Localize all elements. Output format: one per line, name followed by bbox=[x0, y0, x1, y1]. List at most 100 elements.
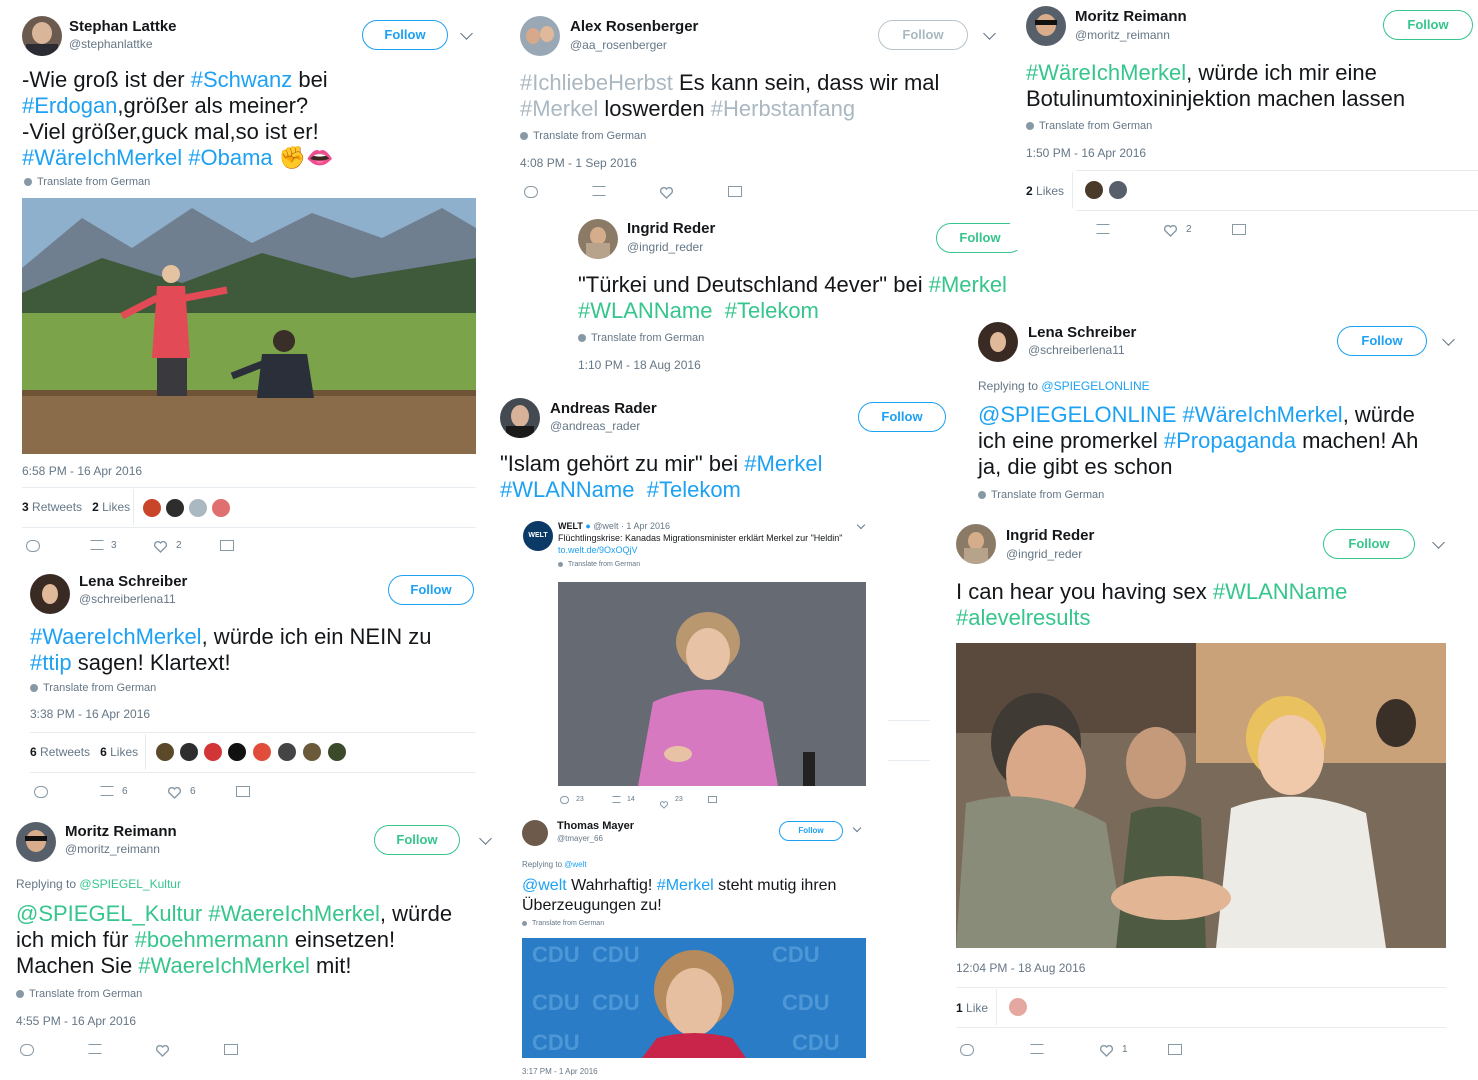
liker-avatar[interactable] bbox=[156, 743, 174, 761]
tweet-photo[interactable] bbox=[22, 198, 476, 454]
likes-link[interactable]: Likes bbox=[110, 745, 138, 759]
avatar[interactable] bbox=[22, 16, 62, 56]
chevron-down-icon[interactable] bbox=[1432, 536, 1445, 549]
hashtag-link[interactable]: #WäreIchMerkel bbox=[1183, 402, 1343, 427]
reply-icon[interactable] bbox=[560, 796, 569, 804]
timestamp[interactable]: 12:04 PM - 18 Aug 2016 bbox=[956, 961, 1085, 975]
avatar[interactable] bbox=[16, 822, 56, 862]
retweets-link[interactable]: Retweets bbox=[32, 500, 82, 514]
liker-avatar[interactable] bbox=[328, 743, 346, 761]
timestamp[interactable]: 4:55 PM - 16 Apr 2016 bbox=[16, 1014, 136, 1028]
user-handle[interactable]: @ingrid_reder bbox=[627, 240, 703, 254]
hashtag-link[interactable]: #Propaganda bbox=[1164, 428, 1296, 453]
user-name[interactable]: WELT bbox=[558, 521, 583, 531]
translate-link[interactable]: Translate from German bbox=[578, 332, 704, 344]
avatar[interactable] bbox=[520, 16, 560, 56]
hashtag-link[interactable]: #WaereIchMerkel bbox=[138, 953, 310, 978]
liker-avatar[interactable] bbox=[1109, 181, 1127, 199]
hashtag-link[interactable]: #Telekom bbox=[725, 298, 819, 323]
user-name[interactable]: Alex Rosenberger bbox=[570, 18, 698, 35]
retweet-icon[interactable] bbox=[1030, 1044, 1044, 1054]
tweet-photo[interactable]: CDU CDU CDU CDU CDU CDU CDU CDU bbox=[522, 938, 866, 1058]
retweet-icon[interactable] bbox=[1096, 224, 1110, 234]
retweet-icon[interactable] bbox=[100, 786, 114, 796]
reply-icon[interactable] bbox=[524, 186, 538, 198]
hashtag-link[interactable]: #ttip bbox=[30, 650, 72, 675]
retweet-icon[interactable] bbox=[612, 796, 621, 803]
follow-button[interactable]: Follow bbox=[858, 402, 946, 432]
user-name[interactable]: Moritz Reimann bbox=[65, 823, 177, 840]
hashtag-link[interactable]: #WaereIchMerkel bbox=[208, 901, 380, 926]
timestamp[interactable]: 1:10 PM - 18 Aug 2016 bbox=[578, 358, 701, 372]
retweets-link[interactable]: Retweets bbox=[40, 745, 90, 759]
link[interactable]: to.welt.de/9OxOQjV bbox=[558, 545, 638, 555]
user-name[interactable]: Ingrid Reder bbox=[627, 220, 715, 237]
mention-link[interactable]: @SPIEGEL_Kultur bbox=[16, 901, 202, 926]
user-name[interactable]: Ingrid Reder bbox=[1006, 527, 1094, 544]
translate-link[interactable]: Translate from German bbox=[24, 176, 150, 188]
user-name[interactable]: Andreas Rader bbox=[550, 400, 657, 417]
hashtag-link[interactable]: #Herbstanfang bbox=[711, 96, 855, 121]
timestamp[interactable]: 6:58 PM - 16 Apr 2016 bbox=[22, 464, 142, 478]
hashtag-link[interactable]: #IchliebeHerbst bbox=[520, 70, 673, 95]
user-handle[interactable]: @schreiberlena11 bbox=[79, 592, 176, 606]
user-handle[interactable]: @aa_rosenberger bbox=[570, 38, 667, 52]
likes-link[interactable]: Like bbox=[966, 1001, 988, 1015]
envelope-icon[interactable] bbox=[728, 186, 742, 197]
liker-avatar[interactable] bbox=[1009, 998, 1027, 1016]
avatar[interactable] bbox=[578, 219, 618, 259]
heart-icon[interactable] bbox=[1163, 224, 1178, 237]
user-handle[interactable]: @tmayer_66 bbox=[557, 834, 603, 843]
likes-link[interactable]: Likes bbox=[1036, 184, 1064, 198]
hashtag-link[interactable]: #boehmermann bbox=[135, 927, 289, 952]
liker-avatar[interactable] bbox=[278, 743, 296, 761]
translate-link[interactable]: Translate from German bbox=[522, 920, 604, 927]
avatar[interactable] bbox=[956, 524, 996, 564]
reply-icon[interactable] bbox=[34, 786, 48, 798]
mention-link[interactable]: @SPIEGELONLINE bbox=[1041, 379, 1149, 393]
translate-link[interactable]: Translate from German bbox=[520, 130, 646, 142]
tweet-photo[interactable] bbox=[558, 582, 866, 786]
liker-avatar[interactable] bbox=[212, 499, 230, 517]
heart-icon[interactable] bbox=[153, 540, 168, 553]
chevron-down-icon[interactable] bbox=[852, 823, 862, 833]
heart-icon[interactable] bbox=[155, 1044, 170, 1057]
hashtag-link[interactable]: #WLANName bbox=[1213, 579, 1347, 604]
follow-button[interactable]: Follow bbox=[878, 20, 968, 50]
hashtag-link[interactable]: #WLANName bbox=[500, 477, 634, 502]
user-handle[interactable]: @ingrid_reder bbox=[1006, 547, 1082, 561]
avatar[interactable] bbox=[1026, 6, 1066, 46]
follow-button[interactable]: Follow bbox=[1383, 10, 1473, 40]
translate-link[interactable]: Translate from German bbox=[558, 561, 640, 568]
chevron-down-icon[interactable] bbox=[1442, 333, 1455, 346]
welt-logo[interactable]: WELT bbox=[523, 521, 553, 551]
follow-button[interactable]: Follow bbox=[1337, 326, 1427, 356]
hashtag-link[interactable]: #Erdogan bbox=[22, 93, 117, 118]
hashtag-link[interactable]: #WaereIchMerkel bbox=[30, 624, 202, 649]
mention-link[interactable]: @SPIEGELONLINE bbox=[978, 402, 1176, 427]
hashtag-link[interactable]: #WLANName bbox=[578, 298, 712, 323]
hashtag-link[interactable]: #Schwanz bbox=[191, 67, 293, 92]
user-handle[interactable]: @andreas_rader bbox=[550, 419, 640, 433]
follow-button[interactable]: Follow bbox=[1323, 529, 1415, 559]
envelope-icon[interactable] bbox=[224, 1044, 238, 1055]
avatar[interactable] bbox=[978, 322, 1018, 362]
mention-link[interactable]: @welt bbox=[522, 877, 567, 894]
mention-link[interactable]: @SPIEGEL_Kultur bbox=[79, 877, 181, 891]
envelope-icon[interactable] bbox=[708, 796, 717, 803]
envelope-icon[interactable] bbox=[1168, 1044, 1182, 1055]
timestamp[interactable]: 4:08 PM - 1 Sep 2016 bbox=[520, 156, 637, 170]
hashtag-link[interactable]: #alevelresults bbox=[956, 605, 1091, 630]
chevron-down-icon[interactable] bbox=[479, 832, 492, 845]
user-handle[interactable]: @moritz_reimann bbox=[65, 842, 160, 856]
liker-avatar[interactable] bbox=[228, 743, 246, 761]
reply-icon[interactable] bbox=[960, 1044, 974, 1056]
user-name[interactable]: Stephan Lattke bbox=[69, 18, 177, 35]
user-name[interactable]: Thomas Mayer bbox=[557, 820, 634, 832]
liker-avatar[interactable] bbox=[303, 743, 321, 761]
liker-avatar[interactable] bbox=[143, 499, 161, 517]
avatar[interactable] bbox=[500, 398, 540, 438]
hashtag-link[interactable]: #WäreIchMerkel bbox=[22, 145, 182, 170]
heart-icon[interactable] bbox=[659, 796, 672, 809]
liker-avatar[interactable] bbox=[1085, 181, 1103, 199]
